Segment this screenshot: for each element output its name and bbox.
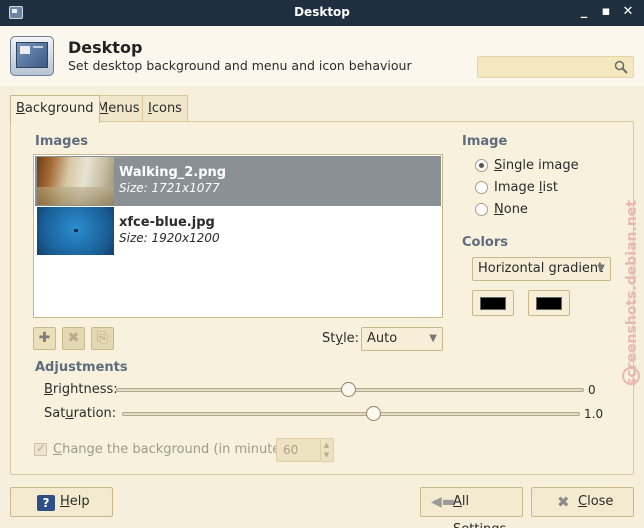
add-image-button[interactable]: ✚ [33, 327, 56, 350]
close-button[interactable]: ✖ Close [531, 487, 634, 517]
style-label: Style: [322, 331, 360, 346]
saturation-value: 1.0 [584, 407, 604, 421]
back-arrow-icon: ◀▬ [431, 494, 455, 510]
color-swatch [536, 297, 562, 310]
change-background-label: Change the background (in minutes): [53, 442, 297, 457]
list-item[interactable]: xfce-blue.jpg Size: 1920x1200 [35, 206, 441, 256]
gradient-value: Horizontal gradient [478, 261, 604, 276]
maximize-button[interactable]: ▪ [598, 4, 614, 20]
search-icon [614, 60, 628, 74]
saturation-slider[interactable] [122, 412, 580, 416]
color-2-button[interactable] [528, 290, 570, 316]
single-image-radio[interactable] [475, 159, 488, 172]
watermark-text: screenshots.debian.net [624, 200, 640, 386]
watermark: screenshots.debian.net [621, 150, 641, 390]
color-swatch [480, 297, 506, 310]
help-icon: ? [37, 495, 55, 511]
file-name: Walking_2.png [119, 165, 227, 180]
adjustments-heading: Adjustments [35, 360, 128, 375]
file-size: Size: 1721x1077 [119, 181, 220, 195]
tab-icons[interactable]: Icons [142, 95, 188, 122]
none-radio[interactable] [475, 203, 488, 216]
search-input[interactable] [477, 56, 634, 78]
dropdown-arrow-icon: ▼ [429, 333, 437, 344]
single-image-label: Single image [494, 158, 579, 173]
brightness-label: Brightness: [44, 382, 118, 397]
saturation-label: Saturation: [44, 406, 117, 421]
help-button[interactable]: ? Help [10, 487, 113, 517]
header-subtitle: Set desktop background and menu and icon… [68, 58, 412, 73]
file-size: Size: 1920x1200 [119, 231, 220, 245]
list-item[interactable]: Walking_2.png Size: 1721x1077 [35, 156, 441, 206]
all-settings-button[interactable]: ◀▬ All Settings [420, 487, 523, 528]
gradient-dropdown[interactable]: Horizontal gradient ▼ [472, 257, 611, 281]
close-icon: ✖ [557, 493, 570, 511]
background-panel: Images Walking_2.png Size: 1721x1077 xfc… [10, 121, 634, 475]
change-background-checkbox[interactable] [34, 441, 47, 456]
dropdown-arrow-icon: ▼ [597, 263, 605, 274]
dialog-header: Desktop Set desktop background and menu … [0, 26, 644, 86]
plus-icon: ✚ [38, 330, 51, 346]
spinner-arrows-icon[interactable]: ▲ ▼ [320, 440, 332, 460]
image-thumbnail [37, 207, 114, 255]
remove-image-button[interactable]: ✖ [62, 327, 85, 350]
image-thumbnail [37, 157, 114, 205]
saturation-slider-handle[interactable] [366, 406, 381, 421]
image-list-label: Image list [494, 180, 558, 195]
all-settings-label: All Settings [453, 494, 506, 528]
brightness-slider-handle[interactable] [341, 382, 356, 397]
file-name: xfce-blue.jpg [119, 215, 215, 230]
tab-background[interactable]: Background [10, 95, 100, 123]
color-1-button[interactable] [472, 290, 514, 316]
remove-icon: ✖ [67, 330, 80, 346]
image-list-radio[interactable] [475, 181, 488, 194]
help-label: Help [60, 494, 90, 509]
close-label: Close [578, 494, 614, 509]
colors-heading: Colors [462, 235, 509, 250]
style-dropdown[interactable]: Auto ▼ [361, 327, 443, 351]
window-close-button[interactable]: ✕ [620, 4, 636, 20]
minimize-button[interactable]: _ [576, 4, 592, 20]
minutes-spinner[interactable]: 60 ▲ ▼ [276, 438, 334, 462]
brightness-value: 0 [588, 383, 596, 397]
image-list[interactable]: Walking_2.png Size: 1721x1077 xfce-blue.… [33, 154, 443, 318]
images-heading: Images [35, 134, 89, 149]
clear-list-button[interactable]: ⎘ [91, 327, 114, 350]
clear-icon: ⎘ [96, 330, 109, 346]
title-bar: Desktop _ ▪ ✕ [0, 0, 644, 26]
desktop-settings-icon [10, 36, 54, 76]
window-title: Desktop [294, 5, 350, 19]
minutes-value: 60 [283, 443, 299, 457]
none-label: None [494, 202, 528, 217]
header-title: Desktop [68, 38, 143, 57]
style-value: Auto [367, 331, 398, 346]
image-heading: Image [462, 134, 508, 149]
